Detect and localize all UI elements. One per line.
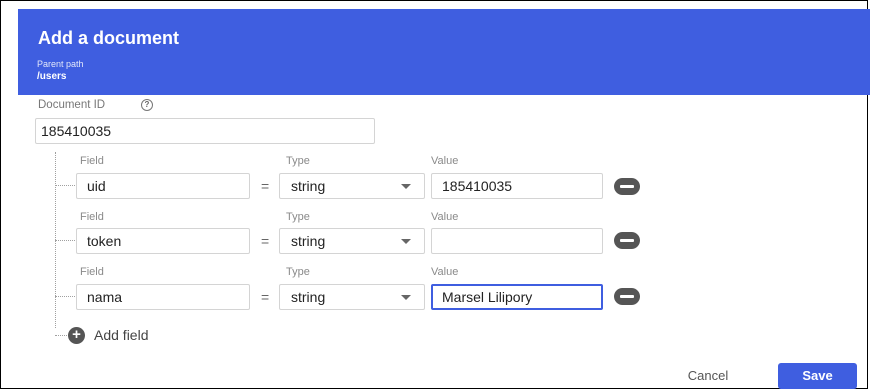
field-name-input[interactable] <box>76 228 250 254</box>
type-select[interactable]: string <box>279 173 425 199</box>
type-column-label: Type <box>286 266 310 278</box>
field-value-input[interactable] <box>431 284 603 310</box>
remove-field-icon[interactable] <box>614 178 640 195</box>
field-value-input[interactable] <box>431 228 603 254</box>
cancel-button[interactable]: Cancel <box>673 363 743 389</box>
type-select-value: string <box>291 178 326 194</box>
field-column-label: Field <box>80 266 104 278</box>
caret-down-icon <box>401 295 411 300</box>
parent-path-label: Parent path <box>37 59 84 69</box>
value-column-label: Value <box>431 211 459 223</box>
field-column-label: Field <box>80 211 104 223</box>
dialog-title: Add a document <box>38 28 180 48</box>
document-id-label: Document ID <box>38 99 106 111</box>
type-select[interactable]: string <box>279 284 425 310</box>
save-button[interactable]: Save <box>778 363 857 389</box>
field-column-label: Field <box>80 155 104 167</box>
add-document-dialog: Add a document Parent path /users Docume… <box>0 0 870 389</box>
field-value-input[interactable] <box>431 173 603 199</box>
type-column-label: Type <box>286 211 310 223</box>
caret-down-icon <box>401 239 411 244</box>
type-select-value: string <box>291 233 326 249</box>
equals-sign: = <box>261 178 270 194</box>
help-icon[interactable]: ? <box>141 99 153 111</box>
add-circle-icon: + <box>68 327 85 344</box>
field-tree-branch <box>55 335 67 336</box>
value-column-label: Value <box>431 155 459 167</box>
value-column-label: Value <box>431 266 459 278</box>
caret-down-icon <box>401 184 411 189</box>
add-field-label: Add field <box>94 327 149 343</box>
field-name-input[interactable] <box>76 284 250 310</box>
type-select[interactable]: string <box>279 228 425 254</box>
field-tree-branch <box>55 240 77 241</box>
type-select-value: string <box>291 289 326 305</box>
field-tree-branch <box>55 296 77 297</box>
field-name-input[interactable] <box>76 173 250 199</box>
equals-sign: = <box>261 233 270 249</box>
equals-sign: = <box>261 289 270 305</box>
parent-path-value: /users <box>37 71 67 82</box>
dialog-header: Add a document Parent path /users <box>18 9 870 95</box>
remove-field-icon[interactable] <box>614 288 640 305</box>
document-id-input[interactable] <box>35 118 375 144</box>
remove-field-icon[interactable] <box>614 232 640 249</box>
type-column-label: Type <box>286 155 310 167</box>
field-tree-branch <box>55 185 77 186</box>
